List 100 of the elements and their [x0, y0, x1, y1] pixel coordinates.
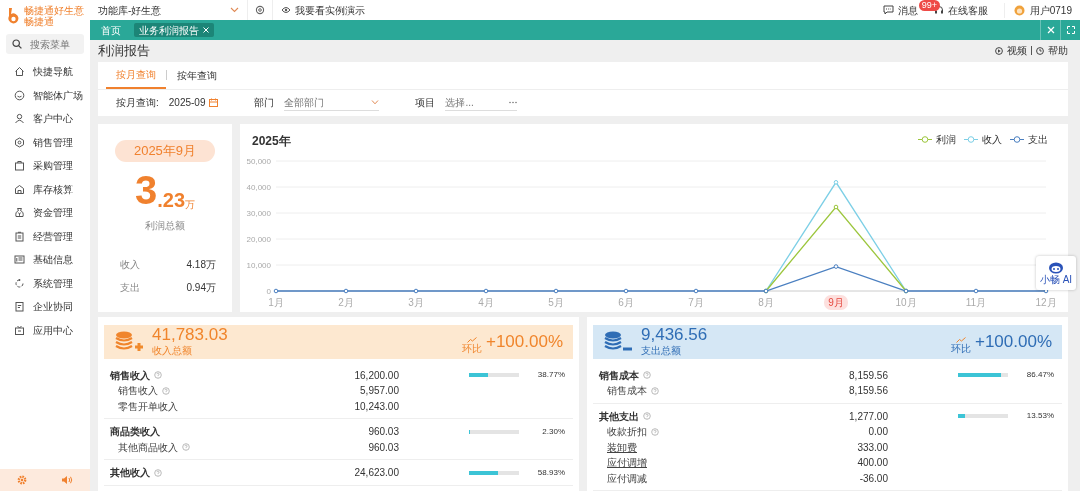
row-value: 8,159.56: [848, 368, 888, 383]
eye-icon: [281, 6, 291, 14]
coins-plus-icon: [114, 329, 144, 354]
row-label: 收款折扣: [607, 425, 647, 440]
tab[interactable]: 业务利润报告: [134, 23, 214, 37]
axis-label: 10月: [895, 296, 917, 308]
axis-label: 4月: [478, 296, 494, 308]
search-box[interactable]: 搜索菜单: [6, 34, 84, 54]
user-menu[interactable]: 用户0719: [1003, 2, 1072, 18]
play-icon: [995, 46, 1003, 55]
data-point: [833, 204, 839, 209]
legend-label: 收入: [982, 132, 1002, 147]
bag-icon: [14, 160, 25, 172]
row-value: 960.03: [367, 440, 399, 455]
percent-label: 13.53%: [1025, 410, 1054, 423]
help-icon[interactable]: [643, 371, 651, 380]
sidebar-item[interactable]: 基础信息: [0, 248, 90, 272]
summary-value: 0.94万: [186, 280, 216, 295]
row-value: 10,243.00: [353, 399, 399, 414]
sidebar-item[interactable]: 采购管理: [0, 154, 90, 178]
sidebar-item[interactable]: 企业协同: [0, 295, 90, 319]
axis-label: 10,000: [246, 260, 271, 270]
data-point: [343, 288, 349, 293]
help-icon[interactable]: [643, 412, 651, 421]
row-value: -36.00: [858, 471, 888, 486]
help-icon[interactable]: [154, 468, 162, 477]
trend-up-icon: [466, 337, 477, 344]
axis-label: 5月: [548, 296, 564, 308]
tv-icon: [14, 324, 25, 336]
legend-label: 利润: [936, 132, 956, 147]
help-icon[interactable]: [182, 443, 190, 452]
percent-label: 58.93%: [536, 466, 565, 479]
data-point: [413, 288, 419, 293]
trend-up-icon: [955, 337, 966, 344]
document-icon: [14, 301, 25, 313]
logo-icon: [6, 7, 20, 25]
axis-label: 7月: [688, 296, 704, 308]
search-icon: [12, 39, 22, 49]
axis-label: 6月: [618, 296, 634, 308]
cycle-icon: [14, 277, 25, 289]
sidebar-item[interactable]: 经营管理: [0, 224, 90, 248]
chevron-down-icon: [371, 99, 380, 105]
profit-label: 利润总额: [145, 218, 185, 233]
person-icon: [14, 113, 25, 125]
legend-label: 支出: [1028, 132, 1048, 147]
sidebar-item[interactable]: 客户中心: [0, 107, 90, 131]
messages-link[interactable]: 消息: [882, 2, 918, 18]
help-icon[interactable]: [651, 427, 659, 436]
tab[interactable]: 按年查询: [167, 61, 227, 89]
data-point: [833, 179, 839, 185]
fullscreen-icon[interactable]: [1066, 26, 1075, 34]
hexagon-icon: [14, 136, 25, 148]
robot-icon: [1048, 261, 1064, 274]
axis-label: 50,000: [246, 156, 271, 166]
row-label: 应付调减: [607, 471, 647, 486]
chart-title: 2025年: [252, 132, 291, 150]
date-field[interactable]: 2025-09: [168, 95, 219, 110]
logo-subtext: 畅捷通: [24, 16, 55, 27]
total-amount: 9,436.56: [641, 325, 708, 343]
assistant-button[interactable]: 小畅 AI: [1036, 256, 1076, 290]
close-icon[interactable]: [1046, 26, 1055, 34]
close-icon[interactable]: [203, 27, 209, 33]
sidebar-item[interactable]: 快捷导航: [0, 60, 90, 84]
row-value: 16,200.00: [353, 368, 399, 383]
axis-label: 30,000: [246, 208, 271, 218]
sidebar-item[interactable]: 智能体广场: [0, 83, 90, 107]
speaker-icon[interactable]: [61, 475, 73, 485]
help-icon[interactable]: [162, 386, 170, 395]
row-value: 0.00: [867, 425, 888, 440]
sidebar-item[interactable]: 销售管理: [0, 130, 90, 154]
axis-label: 8月: [758, 296, 774, 308]
percent-label: 2.30%: [541, 425, 565, 438]
row-label: 其他支出: [599, 409, 639, 424]
smiley-icon: [14, 89, 25, 101]
row-value: 960.03: [367, 425, 399, 440]
axis-label: 11月: [965, 296, 987, 308]
help-link[interactable]: 帮助: [1036, 43, 1068, 59]
total-amount: 41,783.03: [152, 325, 228, 343]
calendar-icon: [209, 98, 219, 107]
help-icon[interactable]: [651, 386, 659, 395]
sidebar-item[interactable]: 应用中心: [0, 318, 90, 342]
gear-icon[interactable]: [17, 475, 27, 485]
help-icon[interactable]: [154, 371, 162, 380]
search-field[interactable]: 搜索菜单: [30, 36, 85, 52]
row-link[interactable]: 应付调增: [607, 455, 647, 471]
axis-label: 0: [266, 286, 271, 296]
department-field[interactable]: 全部部门: [284, 94, 355, 110]
help-link[interactable]: 视频: [995, 43, 1027, 59]
project-field[interactable]: 选择...: [445, 94, 496, 110]
sidebar-item[interactable]: 资金管理: [0, 201, 90, 225]
sidebar-item[interactable]: 系统管理: [0, 271, 90, 295]
month-highlight: [824, 294, 848, 310]
row-value: 5,957.00: [359, 384, 399, 399]
data-point: [483, 288, 489, 293]
unit-label: 万: [185, 199, 196, 210]
row-link[interactable]: 装卸费: [607, 439, 637, 455]
demo-link[interactable]: 我要看实例演示: [281, 2, 365, 18]
sidebar-item[interactable]: 库存核算: [0, 177, 90, 201]
row-label: 其他收入: [110, 466, 150, 481]
row-label: 销售成本: [607, 384, 647, 399]
